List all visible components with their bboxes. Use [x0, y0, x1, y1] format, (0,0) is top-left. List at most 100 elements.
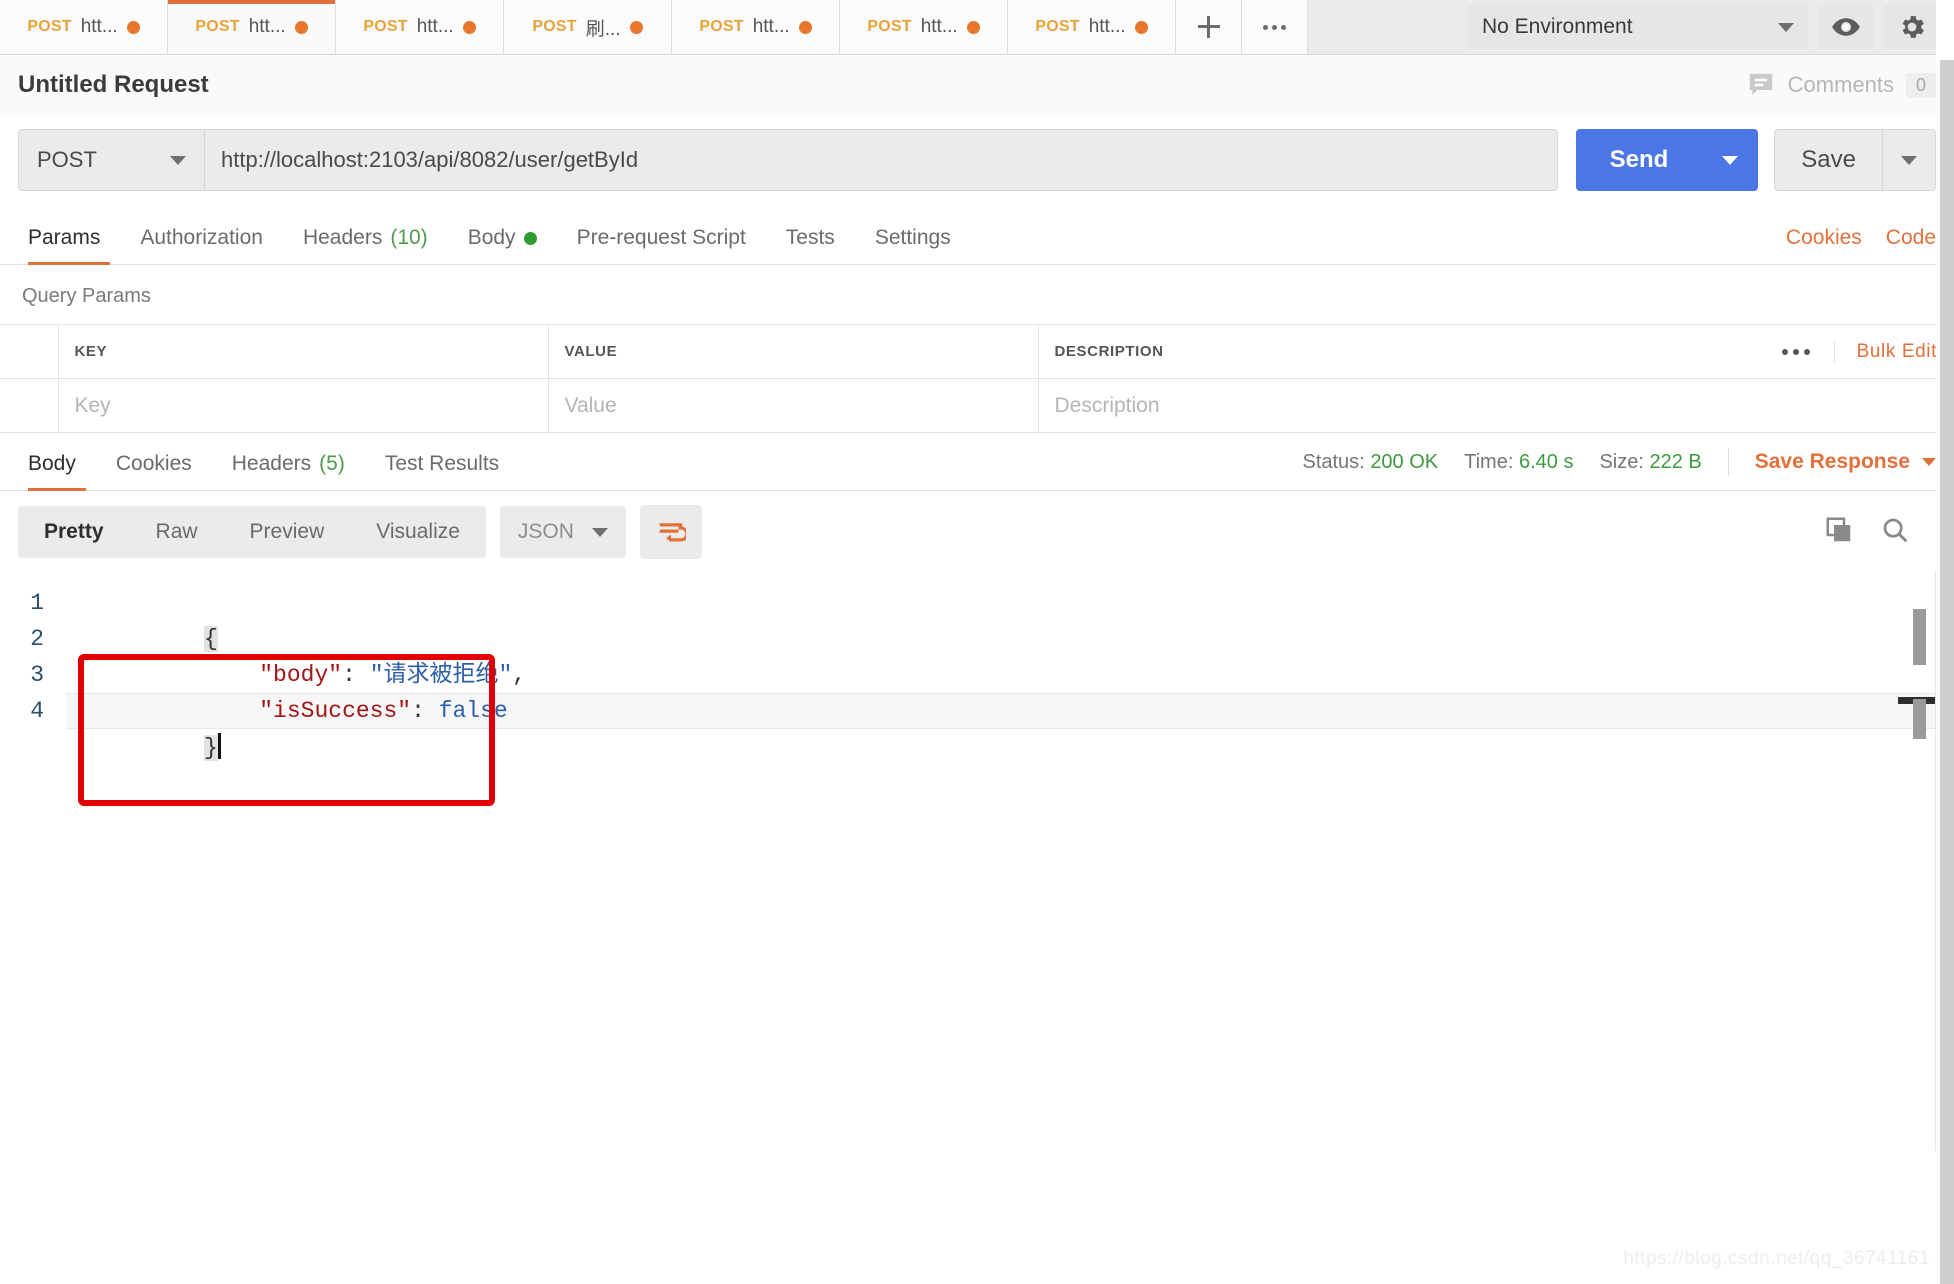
tab-label: Headers: [302, 226, 383, 249]
tab-title-label: htt...: [416, 16, 454, 37]
request-tab-2[interactable]: POST htt...: [168, 0, 336, 54]
view-mode-raw[interactable]: Raw: [130, 506, 224, 558]
request-tab-7[interactable]: POST htt...: [1008, 0, 1176, 54]
unsaved-dot-icon: [966, 20, 980, 34]
row-checkbox-cell[interactable]: [0, 378, 59, 433]
save-button[interactable]: Save: [1774, 129, 1882, 191]
view-mode-group: Pretty Raw Preview Visualize: [18, 506, 486, 558]
tab-authorization[interactable]: Authorization: [120, 226, 283, 264]
tab-overflow-button[interactable]: [1242, 0, 1308, 54]
status-value: 200 OK: [1370, 450, 1439, 473]
chevron-down-icon: [1722, 155, 1739, 165]
request-tab-3[interactable]: POST htt...: [336, 0, 504, 54]
response-tab-cookies[interactable]: Cookies: [96, 452, 212, 490]
http-method-label: POST: [37, 147, 97, 172]
save-response-button[interactable]: Save Response: [1755, 450, 1936, 474]
send-button[interactable]: Send: [1575, 129, 1703, 191]
send-button-group: Send: [1575, 129, 1759, 191]
line-number: 2: [30, 626, 44, 652]
json-comma: ,: [512, 662, 527, 688]
word-wrap-button[interactable]: [639, 505, 702, 559]
tab-label: Cookies: [115, 452, 192, 475]
body-present-dot-icon: [523, 231, 537, 245]
json-colon: :: [342, 662, 370, 688]
window-scrollbar-thumb[interactable]: [1940, 60, 1954, 1284]
save-options-button[interactable]: [1882, 129, 1936, 191]
environment-quick-look-button[interactable]: [1818, 5, 1874, 49]
tab-count: (5): [319, 452, 345, 475]
param-key-input[interactable]: Key: [58, 378, 549, 433]
response-tab-test-results[interactable]: Test Results: [365, 452, 519, 490]
tab-label: Params: [28, 226, 101, 249]
response-tab-headers[interactable]: Headers (5): [212, 452, 365, 490]
params-more-button[interactable]: [1781, 348, 1816, 355]
new-tab-button[interactable]: [1176, 0, 1242, 54]
code-line-2: "body": "请求被拒绝",: [66, 621, 1954, 688]
tab-method-label: POST: [27, 18, 72, 35]
bulk-edit-button[interactable]: Bulk Edit: [1833, 340, 1937, 363]
json-colon: :: [411, 698, 439, 724]
tab-method-label: POST: [532, 18, 577, 35]
request-tab-6[interactable]: POST htt...: [840, 0, 1008, 54]
send-options-button[interactable]: [1702, 129, 1759, 191]
window-scrollbar[interactable]: [1936, 0, 1954, 1284]
chevron-down-icon: [1901, 155, 1917, 165]
chevron-down-icon: [1922, 458, 1936, 466]
tab-method-label: POST: [195, 18, 240, 35]
copy-button[interactable]: [1824, 515, 1854, 550]
json-value: false: [438, 698, 508, 724]
time-indicator: Time: 6.40 s: [1464, 451, 1573, 474]
json-close-brace: }: [204, 735, 218, 761]
url-input[interactable]: http://localhost:2103/api/8082/user/getB…: [204, 129, 1558, 191]
tab-title-label: htt...: [1088, 16, 1126, 37]
request-tab-1[interactable]: POST htt...: [0, 0, 168, 54]
size-label: Size:: [1599, 450, 1644, 473]
tab-title-label: htt...: [920, 16, 958, 37]
time-value: 6.40 s: [1518, 450, 1574, 473]
response-body-viewer[interactable]: 1 2 3 4 { "body": "请求被拒绝", "isSuccess": …: [0, 571, 1954, 1151]
viewer-action-icons: [1824, 515, 1936, 550]
tab-params[interactable]: Params: [18, 226, 120, 265]
tab-method-label: POST: [699, 18, 744, 35]
line-number: 3: [30, 662, 44, 688]
tab-body[interactable]: Body: [448, 226, 557, 264]
column-description: DESCRIPTION Bulk Edit: [1038, 324, 1954, 379]
view-mode-visualize[interactable]: Visualize: [350, 506, 486, 558]
code-content[interactable]: { "body": "请求被拒绝", "isSuccess": false }: [58, 571, 1954, 761]
code-scroll-thumb-top[interactable]: [1913, 609, 1926, 665]
save-button-group: Save: [1774, 129, 1936, 191]
search-button[interactable]: [1880, 515, 1910, 550]
response-format-select[interactable]: JSON: [499, 506, 626, 558]
response-viewer-toolbar: Pretty Raw Preview Visualize JSON: [0, 491, 1954, 571]
copy-icon: [1826, 517, 1851, 541]
cookies-link[interactable]: Cookies: [1786, 226, 1862, 250]
code-link[interactable]: Code: [1886, 226, 1936, 250]
response-tab-body[interactable]: Body: [18, 452, 96, 491]
request-tab-5[interactable]: POST htt...: [672, 0, 840, 54]
request-tab-4[interactable]: POST 刷...: [504, 0, 672, 54]
json-value: "请求被拒绝": [369, 662, 513, 688]
comments-button[interactable]: Comments 0: [1746, 70, 1936, 100]
view-mode-pretty[interactable]: Pretty: [18, 506, 130, 558]
request-tabs-actions: Cookies Code: [1786, 226, 1936, 264]
param-description-input[interactable]: Description: [1038, 378, 1954, 433]
param-value-input[interactable]: Value: [548, 378, 1039, 433]
time-label: Time:: [1464, 450, 1514, 473]
view-mode-preview[interactable]: Preview: [224, 506, 351, 558]
plus-icon: [1197, 16, 1220, 38]
tab-headers[interactable]: Headers (10): [283, 226, 448, 264]
environment-settings-button[interactable]: [1884, 5, 1940, 49]
tab-settings[interactable]: Settings: [855, 226, 971, 264]
code-scroll-thumb-bottom[interactable]: [1913, 699, 1926, 739]
environment-selector[interactable]: No Environment: [1468, 5, 1808, 49]
tab-label: Body: [28, 452, 76, 475]
column-value: VALUE: [548, 324, 1039, 379]
select-all-cell[interactable]: [0, 324, 59, 379]
tab-pre-request-script[interactable]: Pre-request Script: [557, 226, 766, 264]
status-badge: Status: 200 OK: [1302, 451, 1438, 474]
status-label: Status:: [1302, 450, 1365, 473]
watermark-text: https://blog.csdn.net/qq_36741161: [1623, 1248, 1930, 1269]
http-method-select[interactable]: POST: [18, 129, 204, 191]
tab-tests[interactable]: Tests: [766, 226, 855, 264]
